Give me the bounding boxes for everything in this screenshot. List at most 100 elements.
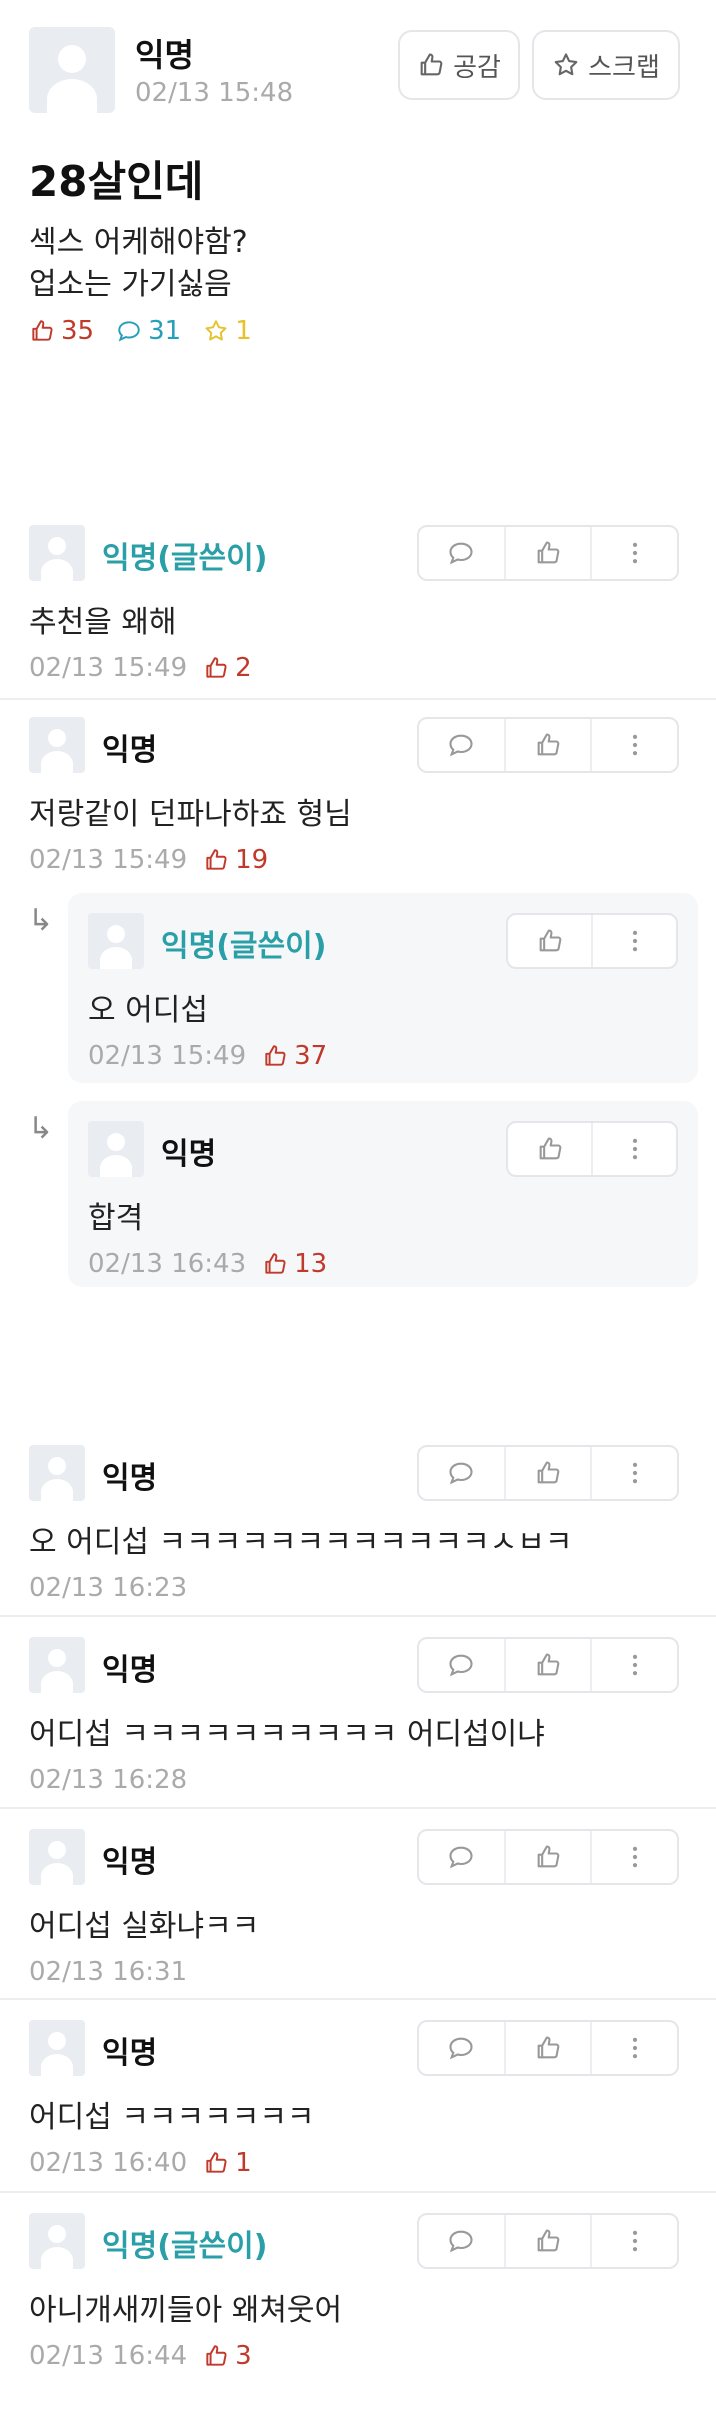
like-button[interactable]: 공감 <box>398 30 520 100</box>
comment-like-count: 2 <box>203 653 252 683</box>
comment-avatar <box>29 1445 85 1501</box>
reply-button[interactable] <box>419 1447 504 1499</box>
comment-text: 어디섭 ㅋㅋㅋㅋㅋㅋㅋㅋㅋㅋ 어디섭이냐 <box>29 1717 545 1752</box>
reply-button[interactable] <box>419 2022 504 2074</box>
reply-button[interactable] <box>419 719 504 771</box>
comment-text: 추천을 왜해 <box>29 605 177 640</box>
thumbs-up-icon <box>420 53 443 76</box>
comment-time: 02/13 16:40 <box>29 2148 188 2178</box>
like-button-label: 공감 <box>453 52 501 83</box>
speech-bubble-icon <box>449 1462 473 1485</box>
scrap-button[interactable]: 스크랩 <box>532 30 680 100</box>
comment-like-button[interactable] <box>503 1639 591 1691</box>
reply-button[interactable] <box>419 1639 504 1691</box>
comment-avatar <box>29 2020 85 2076</box>
comment-avatar <box>29 1637 85 1693</box>
comment-time: 02/13 16:44 <box>29 2341 188 2371</box>
reply-button[interactable] <box>419 1831 504 1883</box>
comment-like-count: 37 <box>262 1041 327 1071</box>
comment-like-button[interactable] <box>503 2022 591 2074</box>
star-icon <box>205 320 227 341</box>
thumbs-up-icon <box>537 2036 560 2059</box>
post-author: 익명 <box>135 36 194 74</box>
comment-like-button[interactable] <box>503 719 591 771</box>
thumbs-up-icon <box>537 541 560 564</box>
speech-bubble-icon <box>449 1654 473 1677</box>
speech-bubble-icon <box>449 2037 473 2060</box>
divider <box>0 1998 716 2000</box>
more-options-button[interactable] <box>590 1639 677 1691</box>
comment-avatar <box>88 913 144 969</box>
comment-time: 02/13 15:49 <box>29 845 188 875</box>
comment-actions <box>417 1445 679 1501</box>
comment-like-count: 1 <box>203 2148 252 2178</box>
comment-text: 아니개새끼들아 왜쳐웃어 <box>29 2293 343 2328</box>
more-options-button[interactable] <box>591 915 676 967</box>
comment-time: 02/13 16:28 <box>29 1765 188 1795</box>
divider <box>0 2191 716 2193</box>
speech-bubble-icon <box>449 734 473 757</box>
post-title: 28살인데 <box>29 157 204 206</box>
vertical-dots-icon <box>632 930 637 952</box>
comment-like-count: 19 <box>203 845 268 875</box>
more-options-button[interactable] <box>591 1123 676 1175</box>
comment-avatar <box>29 1829 85 1885</box>
star-icon <box>554 53 578 76</box>
more-options-button[interactable] <box>590 1447 677 1499</box>
reply-arrow-icon: ↳ <box>28 903 54 938</box>
post-stats: 35 31 1 <box>29 316 252 346</box>
vertical-dots-icon <box>632 1846 637 1868</box>
thumbs-up-icon <box>537 1653 560 1676</box>
vertical-dots-icon <box>632 2230 637 2252</box>
comment-like-button[interactable] <box>508 1123 591 1175</box>
thumbs-up-icon <box>537 1845 560 1868</box>
thumbs-up-icon <box>537 2229 560 2252</box>
comment-meta: 02/13 16:43 13 <box>88 1249 327 1279</box>
comment-actions <box>417 717 679 773</box>
reply-button[interactable] <box>419 2215 504 2267</box>
more-options-button[interactable] <box>590 527 677 579</box>
more-options-button[interactable] <box>590 1831 677 1883</box>
more-options-button[interactable] <box>590 2022 677 2074</box>
more-options-button[interactable] <box>590 719 677 771</box>
thumbs-up-icon <box>265 1045 286 1066</box>
comment-like-button[interactable] <box>508 915 591 967</box>
comment-meta: 02/13 16:28 <box>29 1765 187 1795</box>
comment-author: 익명 <box>102 1461 158 1496</box>
comment-like-button[interactable] <box>503 2215 591 2267</box>
comment-actions <box>506 913 678 969</box>
reply-button[interactable] <box>419 527 504 579</box>
comment-author: 익명 <box>102 2036 158 2071</box>
thumbs-up-icon <box>539 929 561 952</box>
comment-meta: 02/13 15:49 19 <box>29 845 268 875</box>
vertical-dots-icon <box>632 1462 637 1484</box>
comment-text: 오 어디섭 <box>88 993 208 1028</box>
comment-time: 02/13 16:23 <box>29 1573 188 1603</box>
speech-bubble-icon <box>449 1846 473 1869</box>
comment-like-button[interactable] <box>503 1831 591 1883</box>
comment-time: 02/13 15:49 <box>29 653 188 683</box>
comment-like-count: 3 <box>203 2341 252 2371</box>
vertical-dots-icon <box>632 542 637 564</box>
comment-author: 익명(글쓴이) <box>102 541 268 576</box>
comment-author: 익명 <box>102 733 158 768</box>
vertical-dots-icon <box>632 2037 637 2059</box>
comment-actions <box>417 2213 679 2269</box>
comment-actions <box>506 1121 678 1177</box>
comment-text: 저랑같이 던파나하죠 형님 <box>29 797 352 832</box>
comment-actions <box>417 525 679 581</box>
vertical-dots-icon <box>632 1654 637 1676</box>
comment-text: 어디섭 ㅋㅋㅋㅋㅋㅋㅋ <box>29 2100 315 2135</box>
divider <box>0 1807 716 1809</box>
post-time: 02/13 15:48 <box>135 78 294 108</box>
comment-like-button[interactable] <box>503 1447 591 1499</box>
scrap-button-label: 스크랩 <box>588 52 660 83</box>
comment-text: 합격 <box>88 1201 144 1236</box>
comment-author: 익명 <box>102 1653 158 1688</box>
speech-bubble-icon <box>449 2230 473 2253</box>
comment-meta: 02/13 16:44 3 <box>29 2341 252 2371</box>
speech-bubble-icon <box>449 542 473 565</box>
comment-time: 02/13 16:43 <box>88 1249 247 1279</box>
more-options-button[interactable] <box>590 2215 677 2267</box>
comment-like-button[interactable] <box>503 527 591 579</box>
